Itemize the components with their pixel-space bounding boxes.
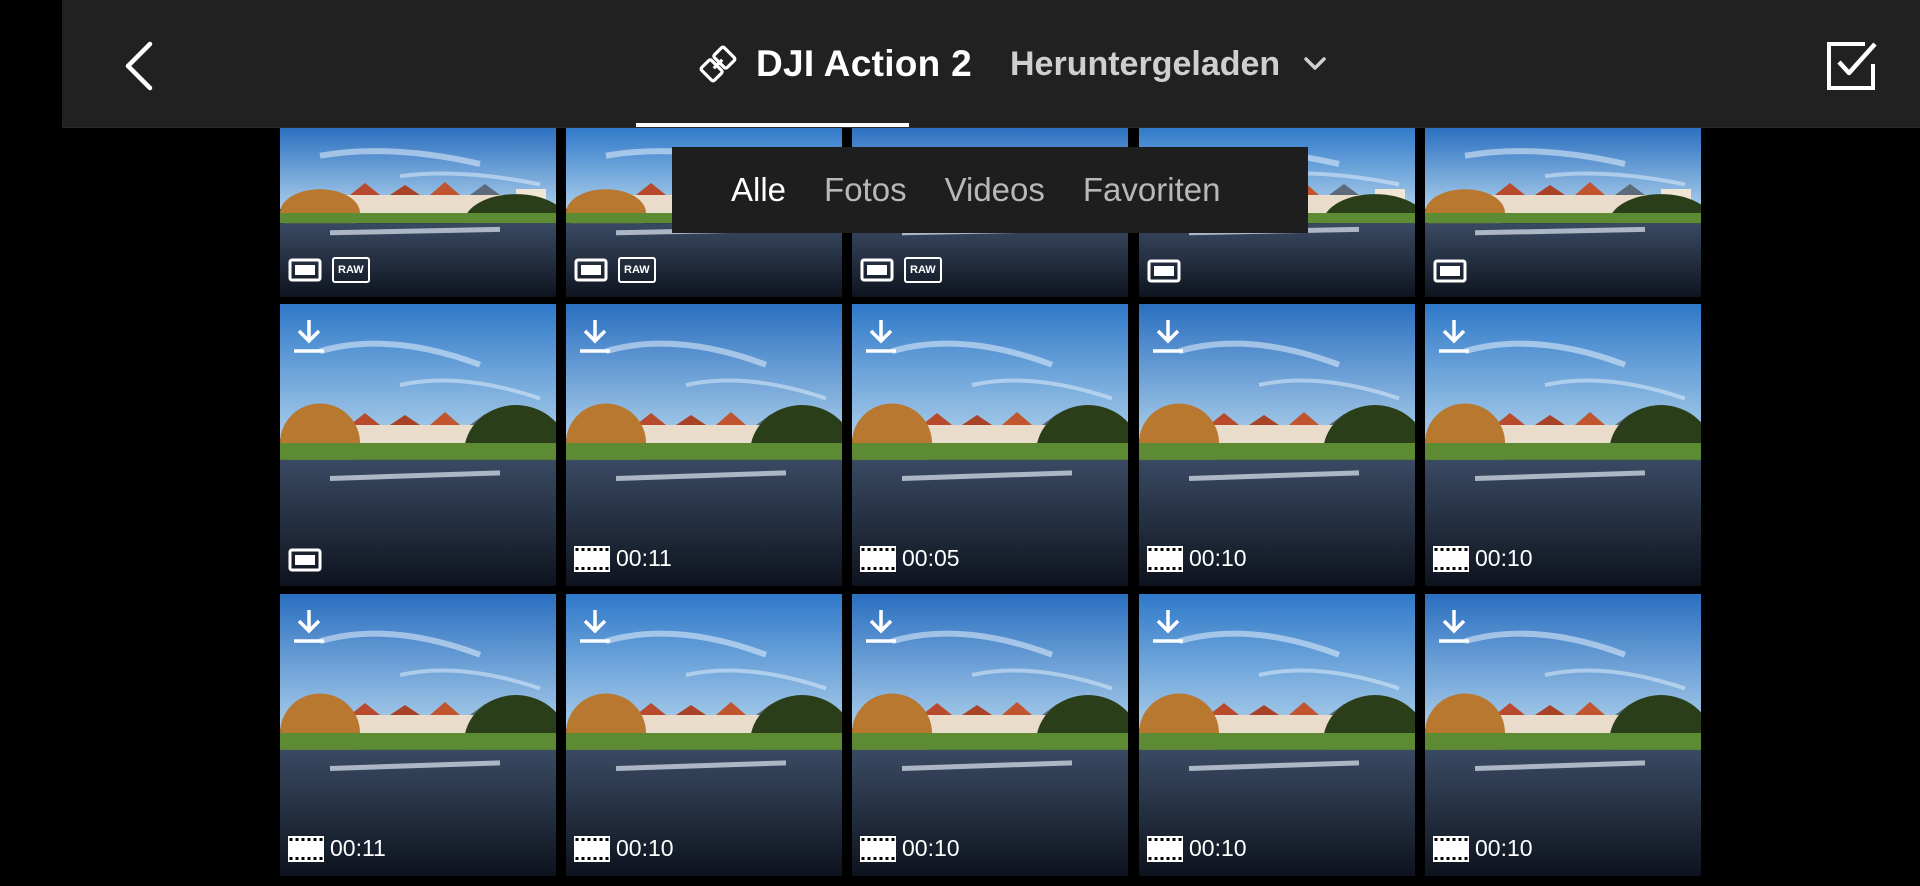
checkbox-checked-icon <box>1827 42 1877 90</box>
filter-dropdown[interactable]: Heruntergeladen <box>1010 30 1330 98</box>
video-tile[interactable]: 00:11 <box>280 594 556 876</box>
video-type-icon <box>860 835 896 862</box>
video-duration: 00:05 <box>902 545 960 571</box>
video-type-icon <box>574 835 610 862</box>
media-badge: RAW <box>288 257 370 283</box>
photo-tile[interactable] <box>1425 127 1701 297</box>
download-icon <box>1153 610 1183 643</box>
media-badge <box>1433 259 1467 283</box>
video-tile[interactable]: 00:05 <box>852 304 1128 586</box>
media-badge: 00:10 <box>1147 835 1247 862</box>
device-name: DJI Action 2 <box>756 43 973 84</box>
video-type-icon <box>1433 835 1469 862</box>
video-duration: 00:10 <box>1189 835 1247 861</box>
video-duration: 00:10 <box>1189 545 1247 571</box>
media-badge: RAW <box>860 257 942 283</box>
video-tile[interactable]: 00:10 <box>1139 594 1415 876</box>
photo-type-icon <box>288 548 322 572</box>
raw-badge: RAW <box>332 257 370 283</box>
download-icon <box>1439 320 1469 353</box>
media-badge: 00:11 <box>288 835 386 862</box>
video-tile[interactable]: 00:10 <box>1139 304 1415 586</box>
video-type-icon <box>1147 835 1183 862</box>
media-grid: RAW RAW RAW 00:11 00:05 00:10 00:10 00:1… <box>0 0 1920 886</box>
video-type-icon <box>1147 545 1183 572</box>
download-icon <box>580 320 610 353</box>
tab-fotos[interactable]: Fotos <box>824 171 907 209</box>
media-badge <box>288 548 322 572</box>
chevron-down-icon <box>1304 57 1326 70</box>
video-duration: 00:10 <box>616 835 674 861</box>
tab-favoriten[interactable]: Favoriten <box>1083 171 1221 209</box>
select-button[interactable] <box>1825 40 1879 94</box>
video-tile[interactable]: 00:11 <box>566 304 842 586</box>
download-icon <box>1153 320 1183 353</box>
device-title[interactable]: DJI Action 2 <box>698 30 972 98</box>
title-underline <box>636 123 909 127</box>
tab-alle[interactable]: Alle <box>731 171 786 209</box>
media-badge: 00:10 <box>574 835 674 862</box>
download-icon <box>866 610 896 643</box>
video-duration: 00:11 <box>616 545 672 571</box>
photo-tile[interactable] <box>280 304 556 586</box>
video-type-icon <box>574 545 610 572</box>
video-duration: 00:10 <box>1475 545 1533 571</box>
video-type-icon <box>1433 545 1469 572</box>
media-badge: 00:05 <box>860 545 960 572</box>
photo-type-icon <box>574 258 608 282</box>
download-icon <box>866 320 896 353</box>
video-tile[interactable]: 00:10 <box>852 594 1128 876</box>
top-bar: DJI Action 2 Heruntergeladen <box>62 0 1920 128</box>
raw-badge: RAW <box>618 257 656 283</box>
media-badge: RAW <box>574 257 656 283</box>
video-tile[interactable]: 00:10 <box>566 594 842 876</box>
back-button[interactable] <box>110 36 170 96</box>
media-badge: 00:10 <box>1433 835 1533 862</box>
video-duration: 00:10 <box>1475 835 1533 861</box>
media-badge: 00:10 <box>1147 545 1247 572</box>
video-tile[interactable]: 00:10 <box>1425 304 1701 586</box>
chevron-left-icon <box>125 41 153 91</box>
photo-type-icon <box>288 258 322 282</box>
filter-label: Heruntergeladen <box>1010 44 1281 83</box>
media-badge <box>1147 259 1181 283</box>
photo-type-icon <box>1147 259 1181 283</box>
video-tile[interactable]: 00:10 <box>1425 594 1701 876</box>
media-badge: 00:10 <box>1433 545 1533 572</box>
photo-type-icon <box>1433 259 1467 283</box>
media-type-tabs: Alle Fotos Videos Favoriten <box>672 147 1308 233</box>
video-type-icon <box>288 835 324 862</box>
download-icon <box>294 320 324 353</box>
media-badge: 00:10 <box>860 835 960 862</box>
video-type-icon <box>860 545 896 572</box>
video-duration: 00:11 <box>330 835 386 861</box>
photo-tile[interactable]: RAW <box>280 127 556 297</box>
camera-link-icon <box>699 45 737 83</box>
video-duration: 00:10 <box>902 835 960 861</box>
tab-videos[interactable]: Videos <box>945 171 1045 209</box>
download-icon <box>580 610 610 643</box>
raw-badge: RAW <box>904 257 942 283</box>
photo-type-icon <box>860 258 894 282</box>
media-badge: 00:11 <box>574 545 672 572</box>
download-icon <box>1439 610 1469 643</box>
download-icon <box>294 610 324 643</box>
